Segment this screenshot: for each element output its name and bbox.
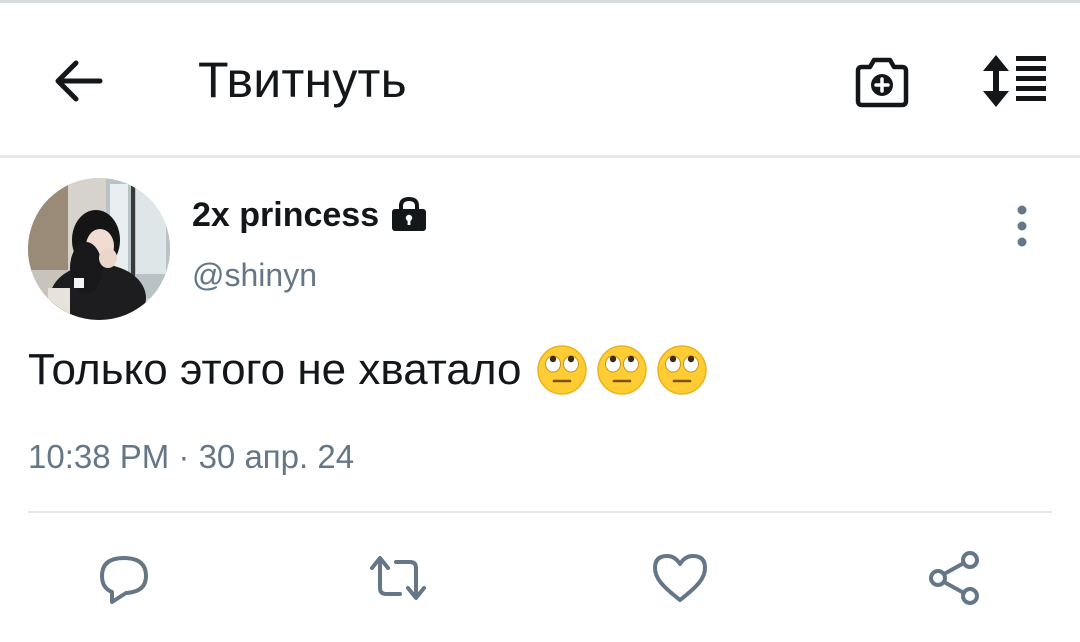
tweet-body: Только этого не хватало <box>28 344 708 396</box>
share-button[interactable] <box>922 546 986 610</box>
retweet-icon <box>370 556 426 600</box>
avatar-photo <box>28 178 170 320</box>
actions-divider <box>28 511 1052 513</box>
camera-button[interactable] <box>852 53 912 111</box>
share-icon <box>929 551 979 605</box>
tweet-timestamp: 10:38 PM · 30 апр. 24 <box>28 438 355 475</box>
app-header: Твитнуть <box>0 3 1080 155</box>
more-vertical-icon <box>1017 205 1027 247</box>
face-with-rolling-eyes-emoji <box>536 345 587 395</box>
like-button[interactable] <box>648 546 712 610</box>
back-button[interactable] <box>48 55 108 107</box>
reply-icon <box>100 556 148 604</box>
more-options-button[interactable] <box>1004 202 1040 250</box>
camera-plus-icon <box>855 57 909 108</box>
tweet-text: Только этого не хватало <box>28 345 522 394</box>
header-divider <box>0 155 1080 158</box>
heart-icon <box>653 554 707 602</box>
lock-icon <box>392 196 426 231</box>
sort-button[interactable] <box>978 53 1048 109</box>
retweet-button[interactable] <box>366 546 430 610</box>
emoji-group <box>536 344 708 396</box>
avatar[interactable] <box>28 178 170 320</box>
sort-list-icon <box>983 55 1046 107</box>
page-title: Твитнуть <box>198 52 407 108</box>
reply-button[interactable] <box>92 546 156 610</box>
face-with-rolling-eyes-emoji <box>656 345 707 395</box>
display-name[interactable]: 2x princess <box>192 196 379 235</box>
arrow-left-icon <box>55 60 103 102</box>
user-handle[interactable]: @shinyn <box>192 257 317 294</box>
face-with-rolling-eyes-emoji <box>596 345 647 395</box>
